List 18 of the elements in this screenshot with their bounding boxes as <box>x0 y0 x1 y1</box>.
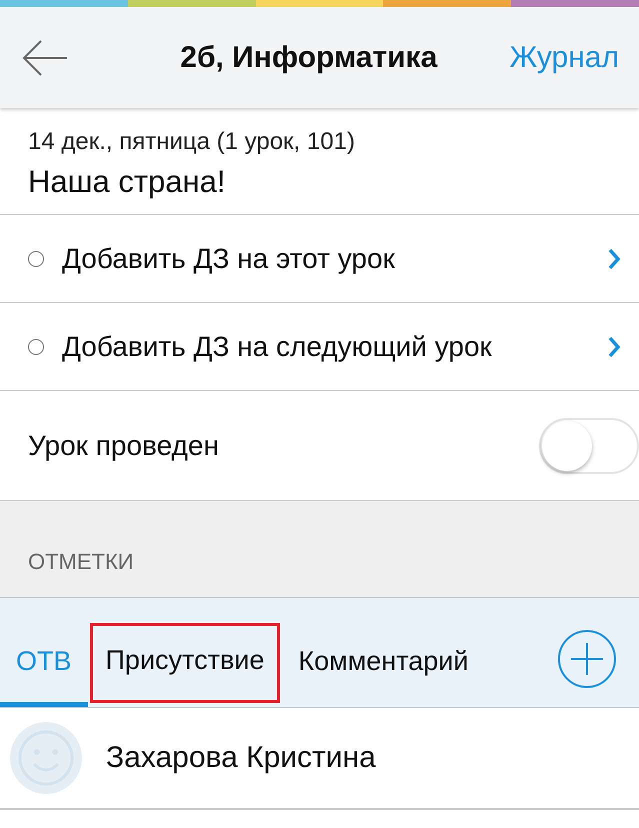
radio-circle[interactable] <box>28 338 44 354</box>
mark-tab[interactable]: Присутствие <box>90 623 280 703</box>
lesson-date: 14 дек., пятница (1 урок, 101) <box>28 128 356 156</box>
add-homework-item[interactable]: Добавить ДЗ на следующий урок <box>62 330 589 362</box>
chevron-right-icon <box>607 336 621 358</box>
add-icon[interactable] <box>557 628 617 688</box>
mark-tab[interactable]: Комментарий <box>282 620 484 707</box>
screen-title: 2б, Информатика <box>179 40 438 74</box>
avatar-icon <box>10 722 82 794</box>
chevron-right-icon <box>607 248 621 270</box>
toggle-switch[interactable] <box>539 418 639 474</box>
lesson-topic: Наша страна! <box>28 164 227 200</box>
back-arrow-icon[interactable] <box>22 38 68 76</box>
add-homework-item[interactable]: Добавить ДЗ на этот урок <box>62 242 589 274</box>
radio-circle[interactable] <box>28 250 44 266</box>
section-title: ОТМЕТКИ <box>28 549 134 575</box>
student-name[interactable]: Захарова Кристина <box>106 741 376 775</box>
lesson-done-label: Урок проведен <box>28 430 219 462</box>
